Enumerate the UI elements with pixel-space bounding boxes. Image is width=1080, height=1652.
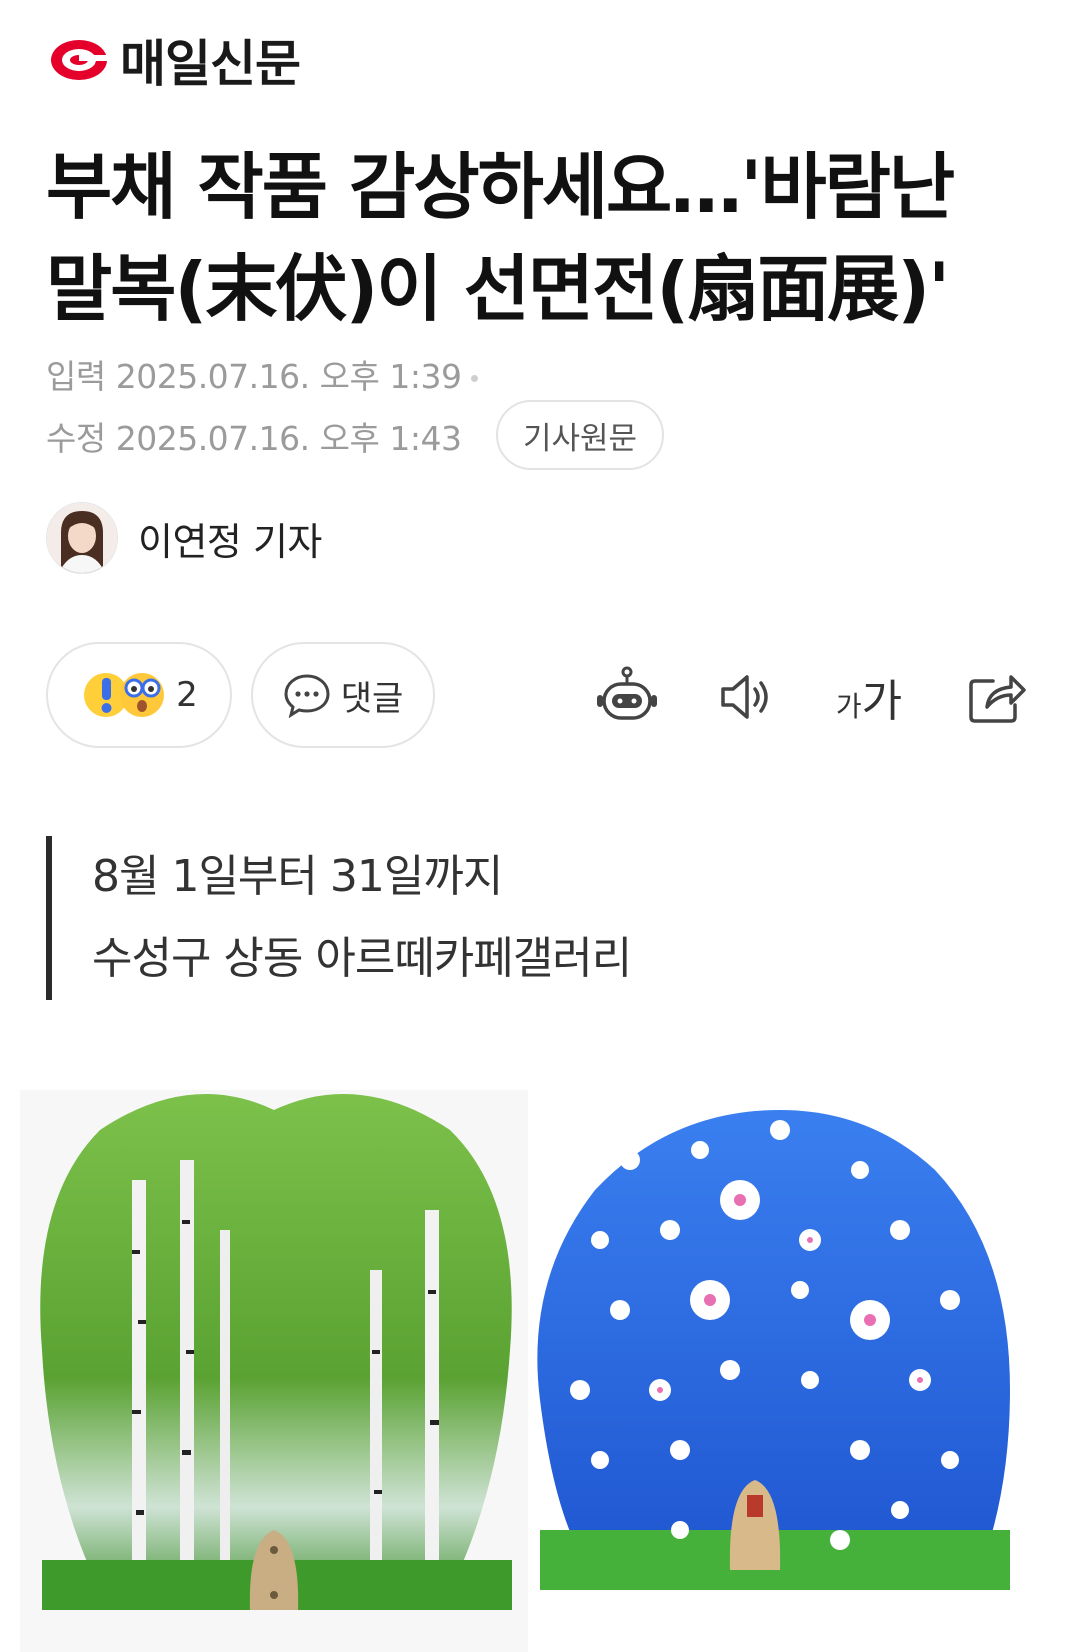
text-to-speech-button[interactable] bbox=[712, 662, 782, 732]
published-date-text: 입력 2025.07.16. 오후 1:39 bbox=[46, 357, 462, 396]
robot-icon bbox=[597, 666, 657, 720]
summary-line-2: 수성구 상동 아르떼카페갤러리 bbox=[92, 933, 632, 984]
comment-label: 댓글 bbox=[340, 678, 404, 719]
summary-line-1: 8월 1일부터 31일까지 bbox=[92, 851, 503, 902]
brand-name: 매일신문 bbox=[120, 35, 301, 93]
reaction-count: 2 bbox=[176, 675, 198, 715]
article-title-line-1: 부채 작품 감상하세요…'바람난 bbox=[46, 145, 955, 229]
author-avatar bbox=[46, 502, 118, 574]
reaction-button[interactable]: 2 bbox=[46, 642, 232, 748]
published-date: 입력 2025.07.16. 오후 1:39 bbox=[46, 350, 479, 398]
font-size-button[interactable]: 가 가 bbox=[834, 662, 904, 732]
font-small-glyph: 가 bbox=[835, 690, 862, 723]
article-photo[interactable] bbox=[20, 1090, 1060, 1652]
author-photo-icon bbox=[47, 503, 117, 573]
reaction-emoji-icon bbox=[84, 673, 165, 717]
share-button[interactable] bbox=[962, 662, 1032, 732]
comment-button[interactable]: 댓글 bbox=[251, 642, 435, 748]
author-name: 이연정 기자 bbox=[138, 519, 322, 564]
article-title: 부채 작품 감상하세요…'바람난 말복(末伏)이 선면전(扇面展)' bbox=[46, 136, 1046, 340]
speaker-icon bbox=[721, 675, 768, 719]
article-title-line-2: 말복(末伏)이 선면전(扇面展)' bbox=[46, 247, 950, 331]
font-large-glyph: 가 bbox=[861, 676, 903, 727]
summary-bot-button[interactable] bbox=[592, 662, 662, 732]
font-size-icon: 가 가 bbox=[836, 665, 902, 729]
brand-logo[interactable]: 매일신문 bbox=[48, 30, 301, 93]
separator-dot bbox=[471, 375, 479, 382]
author[interactable]: 이연정 기자 bbox=[46, 502, 322, 574]
article-summary: 8월 1일부터 31일까지 수성구 상동 아르떼카페갤러리 bbox=[46, 836, 632, 1000]
original-article-button[interactable]: 기사원문 bbox=[496, 400, 664, 470]
share-icon bbox=[969, 675, 1026, 723]
brand-logo-icon bbox=[51, 40, 109, 80]
modified-date: 수정 2025.07.16. 오후 1:43 bbox=[46, 419, 462, 458]
comment-bubble-icon bbox=[284, 674, 330, 718]
fan-artwork-image bbox=[20, 1090, 1060, 1652]
